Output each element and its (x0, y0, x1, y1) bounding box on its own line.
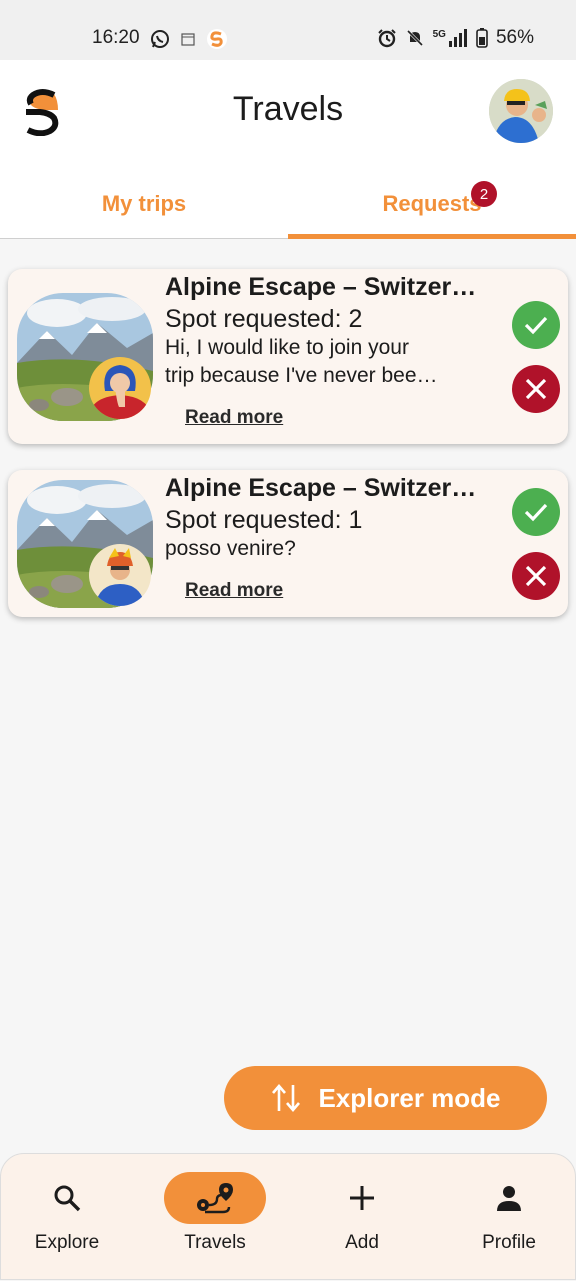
calendar-icon (181, 33, 195, 46)
mute-icon (406, 29, 423, 47)
nav-explore-label: Explore (34, 1232, 100, 1253)
close-icon (525, 565, 547, 587)
nav-travels-label: Travels (184, 1232, 246, 1253)
tab-requests-label: Requests (382, 191, 482, 216)
tab-my-trips-label: My trips (101, 191, 187, 216)
plus-icon (350, 1186, 374, 1210)
signal-icon (448, 29, 467, 47)
request-card[interactable]: Alpine Escape – Switzer… Spot requested:… (8, 470, 568, 617)
check-icon (524, 316, 548, 335)
accept-button[interactable] (512, 301, 560, 349)
nav-icon-container (16, 1172, 118, 1224)
nav-icon-container (458, 1172, 560, 1224)
explorer-mode-label: Explorer mode (318, 1082, 501, 1113)
request-message: posso venire? (165, 535, 495, 563)
battery-icon (476, 28, 488, 48)
network-label: 5G (432, 28, 446, 40)
reject-button[interactable] (512, 365, 560, 413)
request-message-line: trip because I've never bee… (165, 364, 438, 387)
requester-illustration-icon (89, 544, 151, 606)
person-icon (497, 1186, 521, 1211)
spots-requested: Spot requested: 2 (165, 305, 363, 333)
whatsapp-icon (151, 30, 169, 48)
tab-my-trips[interactable]: My trips (0, 170, 288, 238)
requester-avatar[interactable] (89, 544, 151, 606)
search-icon (54, 1185, 81, 1212)
nav-profile[interactable]: Profile (437, 1154, 576, 1281)
read-more-link[interactable]: Read more (185, 580, 283, 602)
route-icon (197, 1183, 233, 1214)
request-message: Hi, I would like to join your trip becau… (165, 334, 495, 390)
read-more-link[interactable]: Read more (185, 407, 283, 429)
requests-count-badge: 2 (471, 181, 497, 207)
nav-travels[interactable]: Travels (143, 1154, 287, 1281)
requester-avatar[interactable] (89, 357, 151, 419)
nav-profile-label: Profile (482, 1232, 536, 1253)
avatar-illustration-icon (489, 79, 553, 143)
alarm-icon (377, 29, 396, 48)
request-card[interactable]: Alpine Escape – Switzer… Spot requested:… (8, 269, 568, 444)
status-time: 16:20 (92, 27, 140, 48)
nav-icon-container (164, 1172, 266, 1224)
request-message-line: Hi, I would like to join your (165, 336, 409, 359)
check-icon (524, 503, 548, 522)
close-icon (525, 378, 547, 400)
spots-requested: Spot requested: 1 (165, 506, 363, 534)
system-status: 5G 56% (377, 27, 534, 49)
nav-icon-container (311, 1172, 413, 1224)
requester-illustration-icon (89, 357, 151, 419)
battery-level: 56% (495, 27, 534, 48)
bottom-navigation: Explore Travels Add Profile (0, 1153, 576, 1280)
accept-button[interactable] (512, 488, 560, 536)
trip-title: Alpine Escape – Switzer… (165, 273, 477, 301)
profile-avatar[interactable] (489, 79, 553, 143)
app-notification-icon (207, 29, 227, 49)
nav-explore[interactable]: Explore (0, 1154, 139, 1281)
swap-arrows-icon (272, 1084, 301, 1112)
nav-add-label: Add (345, 1232, 379, 1253)
trip-title: Alpine Escape – Switzer… (165, 474, 477, 502)
reject-button[interactable] (512, 552, 560, 600)
active-tab-indicator (288, 234, 576, 239)
status-bar: 16:20 5G 56% (0, 0, 576, 60)
explorer-mode-button[interactable]: Explorer mode (224, 1066, 547, 1130)
request-message-line: posso venire? (165, 537, 296, 560)
tab-requests[interactable]: Requests (288, 170, 576, 238)
nav-add[interactable]: Add (290, 1154, 434, 1281)
notification-icons (150, 28, 228, 50)
